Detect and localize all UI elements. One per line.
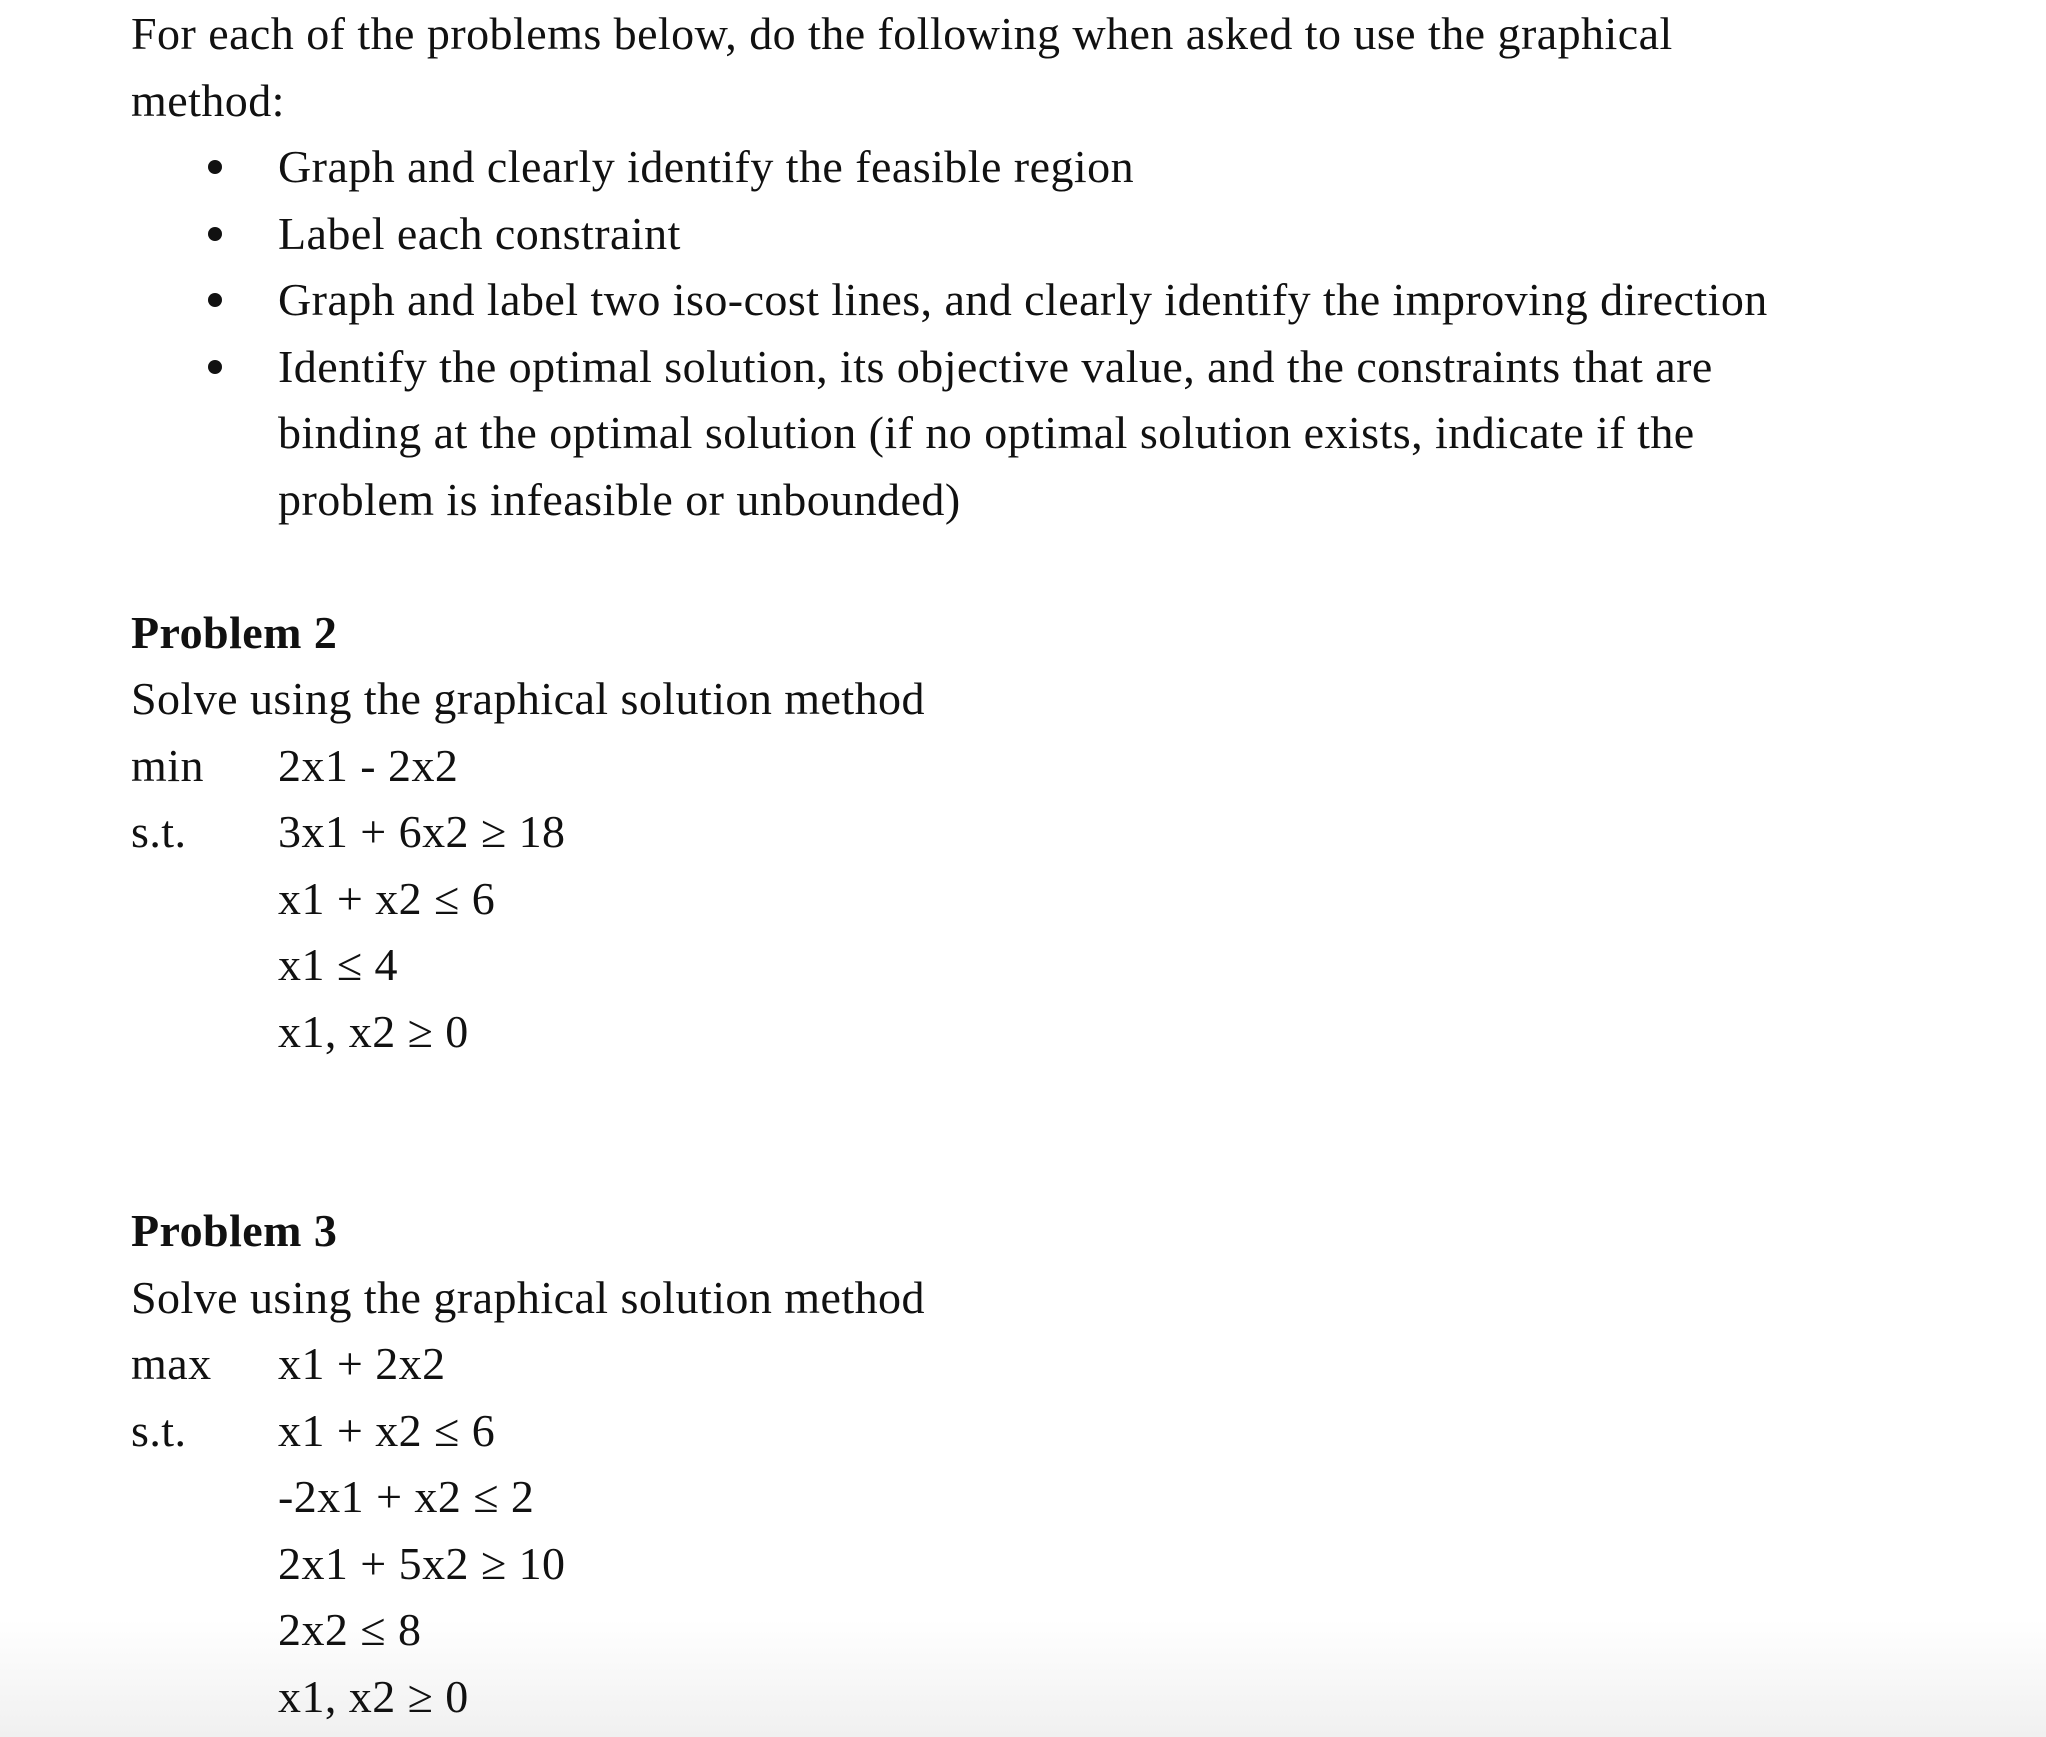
subject-to-keyword: s.t. xyxy=(131,1404,187,1456)
constraint: x1 ≤ 4 xyxy=(278,939,398,990)
bullet-icon xyxy=(208,359,222,374)
list-item-continuation: binding at the optimal solution (if no o… xyxy=(278,407,1695,458)
bullet-icon xyxy=(208,293,222,307)
list-item: Graph and clearly identify the feasible … xyxy=(131,134,2031,201)
problem-instruction: Solve using the graphical solution metho… xyxy=(131,1271,925,1323)
constraint: 3x1 + 6x2 ≥ 18 xyxy=(278,806,566,857)
objective-function: 2x1 - 2x2 xyxy=(278,739,459,791)
intro-text: For each of the problems below, do the f… xyxy=(131,8,1673,59)
constraint-row: s.t. x1 + x2 ≤ 6 xyxy=(131,1398,2031,1465)
constraint: x1, x2 ≥ 0 xyxy=(278,1670,469,1722)
instructions-list: Graph and clearly identify the feasible … xyxy=(131,134,2031,533)
intro-text: method: xyxy=(131,74,285,126)
constraint: 2x1 + 5x2 ≥ 10 xyxy=(278,1537,566,1589)
bullet-icon xyxy=(208,160,222,174)
objective-keyword: max xyxy=(131,1338,212,1389)
constraint: x1 + x2 ≤ 6 xyxy=(278,1404,496,1456)
list-item-text: Graph and clearly identify the feasible … xyxy=(278,141,1135,192)
objective-row: min 2x1 - 2x2 xyxy=(131,733,2031,800)
problem-instruction: Solve using the graphical solution metho… xyxy=(131,673,925,724)
list-item: Graph and label two iso-cost lines, and … xyxy=(131,267,2031,334)
objective-function: x1 + 2x2 xyxy=(278,1338,446,1389)
bullet-icon xyxy=(208,226,222,241)
problem-3: Problem 3 Solve using the graphical solu… xyxy=(131,1198,2031,1730)
list-item: Label each constraint xyxy=(131,201,2031,268)
subject-to-keyword: s.t. xyxy=(131,806,187,857)
constraint: x1 + x2 ≤ 6 xyxy=(278,872,496,924)
objective-keyword: min xyxy=(131,739,204,791)
list-item-text: Identify the optimal solution, its objec… xyxy=(278,340,1713,392)
constraint: -2x1 + x2 ≤ 2 xyxy=(278,1471,535,1522)
list-item-text: Label each constraint xyxy=(278,207,681,259)
objective-row: max x1 + 2x2 xyxy=(131,1331,2031,1398)
list-item-continuation: problem is infeasible or unbounded) xyxy=(278,473,961,525)
constraint: 2x2 ≤ 8 xyxy=(278,1604,422,1655)
document-page: For each of the problems below, do the f… xyxy=(131,1,2031,1730)
problem-title: Problem 2 xyxy=(131,606,338,658)
list-item-text: Graph and label two iso-cost lines, and … xyxy=(278,274,1768,325)
constraint-row: s.t. 3x1 + 6x2 ≥ 18 xyxy=(131,799,2031,866)
list-item: Identify the optimal solution, its objec… xyxy=(131,334,2031,401)
problem-title: Problem 3 xyxy=(131,1205,338,1256)
problem-2: Problem 2 Solve using the graphical solu… xyxy=(131,600,2031,1066)
constraint: x1, x2 ≥ 0 xyxy=(278,1005,469,1057)
